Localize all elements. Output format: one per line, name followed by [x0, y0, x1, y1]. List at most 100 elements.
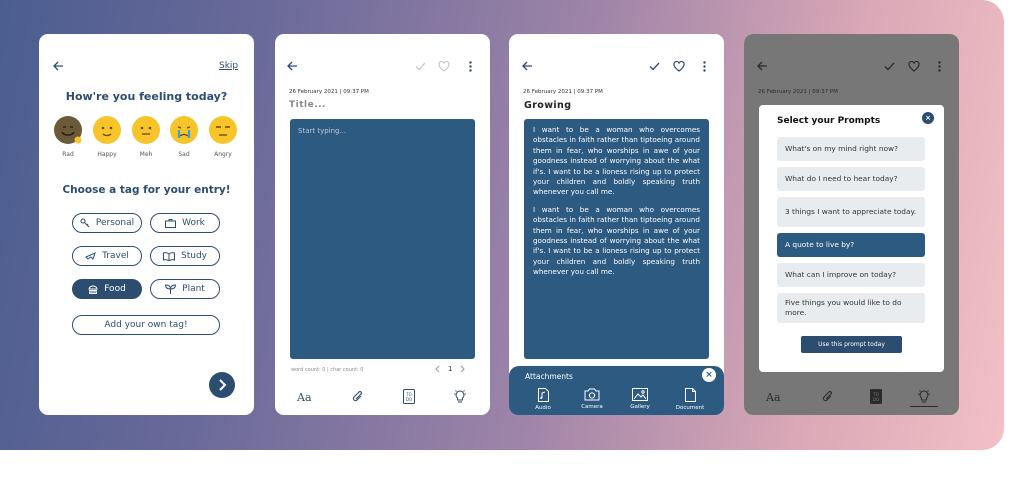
close-icon[interactable]: ×	[922, 112, 934, 124]
prompt-selection-screen: 26 February 2021 | 09:37 PM Select your …	[744, 34, 959, 415]
airplane-icon	[85, 251, 96, 261]
lightbulb-icon	[917, 389, 931, 404]
attach-document-button[interactable]: Document	[672, 388, 708, 411]
heart-icon[interactable]	[438, 61, 450, 72]
entry-body[interactable]: I want to be a woman who overcomes obsta…	[524, 119, 709, 359]
mood-label: Angry	[214, 151, 232, 158]
attach-label: Audio	[535, 405, 551, 411]
happy-face-icon	[93, 116, 121, 144]
more-vertical-icon[interactable]	[469, 61, 472, 72]
attach-audio-button[interactable]: Audio	[525, 388, 561, 411]
tag-label: Work	[182, 218, 205, 228]
mood-question: How're you feeling today?	[65, 90, 228, 103]
briefcase-icon	[165, 218, 177, 228]
use-prompt-button[interactable]: Use this prompt today	[801, 336, 902, 353]
editor-toolbar: Aa TO DO	[275, 389, 490, 407]
attachments-sheet: Attachments × Audio Camera Gallery Docum…	[509, 366, 724, 415]
back-arrow-icon[interactable]	[287, 61, 298, 71]
editor-toolbar: Aa TO DO	[744, 389, 959, 407]
entry-body-input[interactable]: Start typing...	[290, 119, 475, 359]
book-icon	[163, 251, 175, 261]
entry-date: 26 February 2021 | 09:37 PM	[523, 89, 603, 95]
prompt-option[interactable]: 3 things I want to appreciate today.	[777, 197, 925, 227]
back-arrow-icon	[757, 61, 768, 71]
tag-label: Travel	[102, 251, 129, 261]
svg-text:DO: DO	[406, 397, 412, 402]
attach-gallery-button[interactable]: Gallery	[622, 388, 658, 410]
audio-file-icon	[537, 388, 549, 402]
meh-face-icon	[132, 116, 160, 144]
prompt-option[interactable]: Five things you would like to do more.	[777, 293, 925, 323]
svg-text:DO: DO	[873, 397, 879, 402]
camera-icon	[584, 388, 600, 401]
tag-label: Personal	[95, 218, 135, 228]
crying-face-icon	[170, 116, 198, 144]
attachments-title: Attachments	[525, 372, 573, 381]
entry-paragraph: I want to be a woman who overcomes obsta…	[533, 204, 700, 277]
lightbulb-icon[interactable]	[453, 389, 467, 404]
modal-title: Select your Prompts	[777, 116, 881, 126]
tag-personal[interactable]: Personal	[72, 213, 142, 233]
heart-icon[interactable]	[673, 61, 685, 72]
entry-title[interactable]: Growing	[524, 100, 571, 111]
tag-work[interactable]: Work	[150, 213, 220, 233]
title-input[interactable]: Title...	[289, 100, 326, 110]
check-icon	[884, 62, 895, 71]
attach-camera-button[interactable]: Camera	[574, 388, 610, 410]
paperclip-icon	[822, 390, 834, 404]
todo-icon: TO DO	[870, 389, 882, 404]
todo-icon[interactable]: TO DO	[403, 389, 415, 404]
mood-sad[interactable]: Sad	[167, 116, 201, 158]
tag-label: Food	[104, 284, 126, 294]
prompt-option[interactable]: What's on my mind right now?	[777, 137, 925, 161]
tag-travel[interactable]: Travel	[72, 246, 142, 266]
angry-face-icon	[209, 116, 237, 144]
skip-link[interactable]: Skip	[219, 61, 238, 71]
gallery-icon	[632, 388, 648, 401]
tag-question: Choose a tag for your entry!	[62, 184, 231, 196]
body-placeholder: Start typing...	[298, 127, 347, 135]
mood-meh[interactable]: Meh	[129, 116, 163, 158]
mood-label: Sad	[178, 151, 190, 158]
prompt-option[interactable]: What do I need to hear today?	[777, 167, 925, 191]
prompt-option-selected[interactable]: A quote to live by?	[777, 233, 925, 257]
attach-label: Document	[675, 405, 705, 411]
mood-angry[interactable]: Angry	[206, 116, 240, 158]
text-format-icon[interactable]: Aa	[297, 391, 312, 404]
more-vertical-icon	[938, 61, 941, 72]
page-number: 1	[448, 365, 453, 373]
next-button[interactable]	[209, 372, 235, 398]
entry-date: 26 February 2021 | 09:37 PM	[289, 89, 369, 95]
tag-food[interactable]: Food	[72, 279, 142, 299]
tag-label: Study	[181, 251, 207, 261]
mood-label: Rad	[62, 151, 74, 158]
burger-icon	[88, 285, 98, 294]
mood-rad[interactable]: Rad	[51, 116, 85, 158]
entry-paragraph: I want to be a woman who overcomes obsta…	[533, 125, 700, 197]
mood-happy[interactable]: Happy	[90, 116, 124, 158]
new-entry-screen: 26 February 2021 | 09:37 PM Title... Sta…	[275, 34, 490, 415]
prompt-option[interactable]: What can I improve on today?	[777, 263, 925, 287]
more-vertical-icon[interactable]	[703, 61, 706, 72]
tag-study[interactable]: Study	[150, 246, 220, 266]
back-arrow-icon[interactable]	[522, 61, 533, 71]
mood-label: Happy	[97, 151, 117, 158]
mood-label: Meh	[139, 151, 153, 158]
add-tag-button[interactable]: Add your own tag!	[72, 315, 220, 335]
active-tab-indicator	[910, 406, 938, 407]
page-navigator: 1	[435, 365, 466, 373]
tag-plant[interactable]: Plant	[150, 279, 220, 299]
paperclip-icon[interactable]	[352, 390, 364, 404]
check-icon[interactable]	[415, 62, 426, 71]
chevron-left-icon[interactable]	[435, 365, 440, 373]
attach-label: Gallery	[630, 404, 650, 410]
close-icon[interactable]: ×	[702, 368, 716, 382]
text-format-icon: Aa	[766, 391, 781, 404]
entry-date: 26 February 2021 | 09:37 PM	[758, 89, 838, 95]
sprout-icon	[165, 284, 177, 294]
key-icon	[80, 218, 90, 228]
chevron-right-icon[interactable]	[460, 365, 466, 373]
check-icon[interactable]	[649, 62, 660, 71]
back-arrow-icon[interactable]	[53, 61, 64, 71]
rad-face-icon	[54, 116, 82, 144]
